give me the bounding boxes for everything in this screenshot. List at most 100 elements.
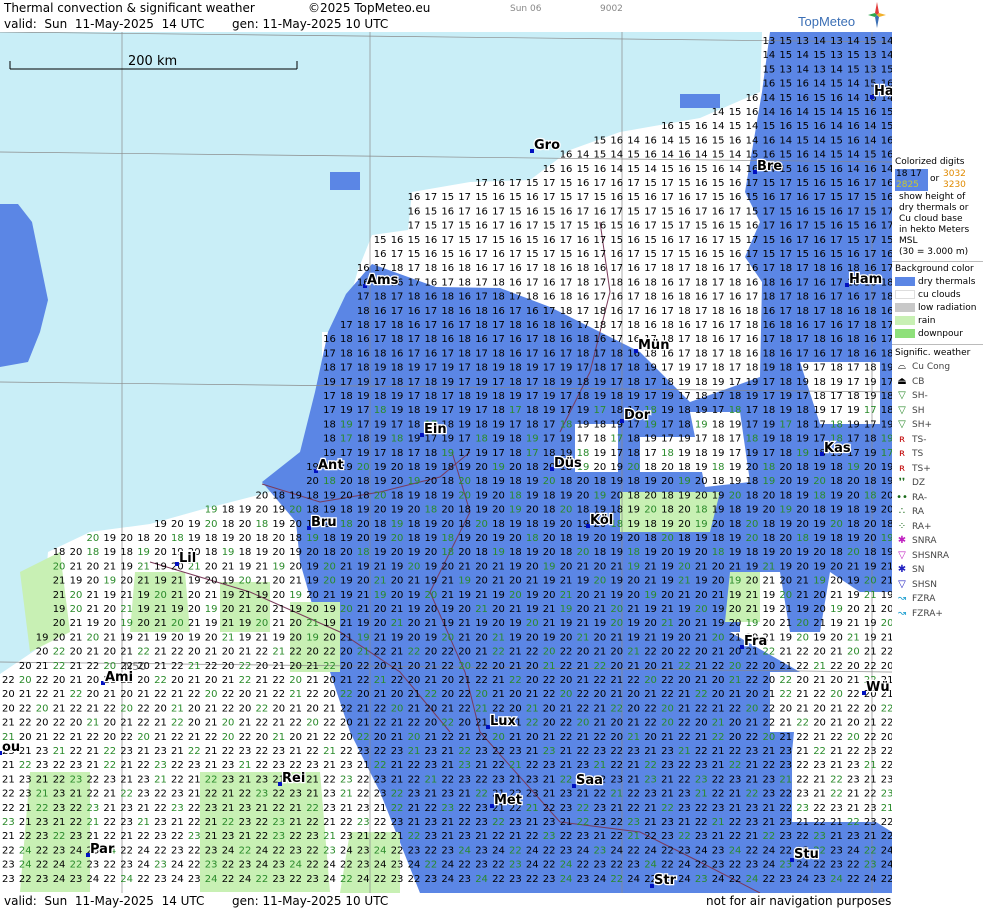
- thermal-height-value: 18: [779, 363, 792, 374]
- thermal-height-value: 17: [881, 377, 892, 388]
- thermal-height-value: 18: [881, 405, 892, 416]
- thermal-height-value: 22: [577, 746, 590, 757]
- thermal-height-value: 21: [560, 703, 573, 714]
- thermal-height-value: 23: [594, 817, 607, 828]
- thermal-height-value: 19: [610, 533, 623, 544]
- thermal-height-value: 19: [340, 590, 353, 601]
- thermal-height-value: 16: [695, 249, 708, 260]
- thermal-height-value: 22: [239, 732, 252, 743]
- thermal-height-value: 20: [746, 689, 759, 700]
- thermal-height-value: 16: [610, 249, 623, 260]
- thermal-height-value: 16: [729, 249, 742, 260]
- thermal-height-value: 21: [289, 746, 302, 757]
- thermal-height-value: 20: [222, 604, 235, 615]
- thermal-height-value: 19: [712, 490, 725, 501]
- thermal-height-value: 21: [70, 732, 83, 743]
- thermal-height-value: 18: [391, 320, 404, 331]
- thermal-height-value: 18: [323, 363, 336, 374]
- thermal-height-value: 16: [729, 192, 742, 203]
- thermal-height-value: 24: [526, 845, 539, 856]
- weather-legend-label: CB: [912, 376, 925, 387]
- thermal-height-value: 16: [560, 320, 573, 331]
- thermal-height-value: 19: [712, 448, 725, 459]
- thermal-height-value: 20: [729, 661, 742, 672]
- thermal-height-value: 21: [171, 590, 184, 601]
- thermal-height-value: 21: [53, 576, 66, 587]
- thermal-height-value: 17: [441, 221, 454, 232]
- thermal-height-value: 21: [746, 774, 759, 785]
- thermal-height-value: 14: [864, 135, 877, 146]
- thermal-height-value: 17: [695, 306, 708, 317]
- thermal-height-value: 24: [53, 860, 66, 871]
- thermal-height-value: 16: [509, 221, 522, 232]
- thermal-height-value: 22: [19, 703, 32, 714]
- thermal-height-value: 17: [577, 306, 590, 317]
- thermal-height-value: 20: [70, 718, 83, 729]
- thermal-height-value: 20: [323, 632, 336, 643]
- thermal-height-value: 16: [830, 334, 843, 345]
- forecast-map[interactable]: 200 km N50 13 15 13 14 13 14 15 14 14 15 14 15 13 15 13 1…: [0, 32, 892, 893]
- thermal-height-value: 21: [188, 732, 201, 743]
- thermal-height-value: 16: [526, 306, 539, 317]
- thermal-height-value: 16: [813, 292, 826, 303]
- thermal-height-value: 19: [577, 405, 590, 416]
- thermal-height-value: 20: [272, 547, 285, 558]
- thermal-height-value: 15: [813, 164, 826, 175]
- thermal-height-value: 24: [289, 860, 302, 871]
- thermal-height-value: 20: [526, 618, 539, 629]
- thermal-height-value: 21: [712, 718, 725, 729]
- thermal-height-value: 17: [864, 419, 877, 430]
- thermal-height-value: 20: [678, 519, 691, 530]
- thermal-height-value: 22: [661, 675, 674, 686]
- thermal-height-value: 18: [577, 505, 590, 516]
- thermal-height-value: 18: [594, 434, 607, 445]
- thermal-height-value: 18: [408, 462, 421, 473]
- thermal-height-value: 21: [188, 774, 201, 785]
- thermal-height-value: 20: [425, 604, 438, 615]
- thermal-height-value: 13: [813, 64, 826, 75]
- thermal-height-value: 21: [475, 760, 488, 771]
- thermal-height-value: 21: [847, 618, 860, 629]
- thermal-height-value: 20: [763, 505, 776, 516]
- thermal-height-value: 20: [526, 505, 539, 516]
- thermal-height-value: 16: [492, 178, 505, 189]
- thermal-height-value: 22: [239, 789, 252, 800]
- thermal-height-value: 20: [492, 490, 505, 501]
- thermal-height-value: 23: [391, 860, 404, 871]
- thermal-height-value: 23: [323, 789, 336, 800]
- thermal-height-value: 15: [847, 221, 860, 232]
- thermal-height-value: 19: [847, 576, 860, 587]
- thermal-height-value: 16: [830, 206, 843, 217]
- thermal-height-value: 24: [70, 845, 83, 856]
- thermal-height-value: 19: [374, 434, 387, 445]
- thermal-height-value: 18: [627, 490, 640, 501]
- thermal-height-value: 16: [830, 221, 843, 232]
- background-legend-label: downpour: [918, 329, 963, 339]
- thermal-height-value: 17: [526, 221, 539, 232]
- thermal-height-value: 18: [543, 263, 556, 274]
- thermal-height-value: 17: [729, 377, 742, 388]
- thermal-height-value: 17: [830, 405, 843, 416]
- thermal-height-value: 20: [222, 732, 235, 743]
- thermal-height-value: 20: [712, 632, 725, 643]
- thermal-height-value: 19: [408, 363, 421, 374]
- thermal-height-value: 22: [53, 774, 66, 785]
- thermal-height-value: 21: [779, 647, 792, 658]
- thermal-height-value: 19: [357, 448, 370, 459]
- thermal-height-value: 15: [458, 235, 471, 246]
- thermal-height-value: 23: [594, 860, 607, 871]
- thermal-height-value: 21: [19, 689, 32, 700]
- map-canvas[interactable]: 200 kmN5013 15 13 14 13 14 15 1414 15 14 15 13 15 13 1…: [0, 32, 892, 893]
- thermal-height-value: 18: [864, 476, 877, 487]
- thermal-height-value: 16: [763, 135, 776, 146]
- thermal-height-value: 19: [543, 519, 556, 530]
- thermal-height-value: 17: [661, 178, 674, 189]
- thermal-height-value: 20: [881, 505, 892, 516]
- thermal-height-value: 22: [374, 831, 387, 842]
- thermal-height-value: 21: [408, 817, 421, 828]
- thermal-height-value: 15: [458, 221, 471, 232]
- thermal-height-value: 17: [441, 391, 454, 402]
- thermal-height-value: 23: [239, 817, 252, 828]
- thermal-height-value: 21: [644, 632, 657, 643]
- thermal-height-value: 16: [864, 348, 877, 359]
